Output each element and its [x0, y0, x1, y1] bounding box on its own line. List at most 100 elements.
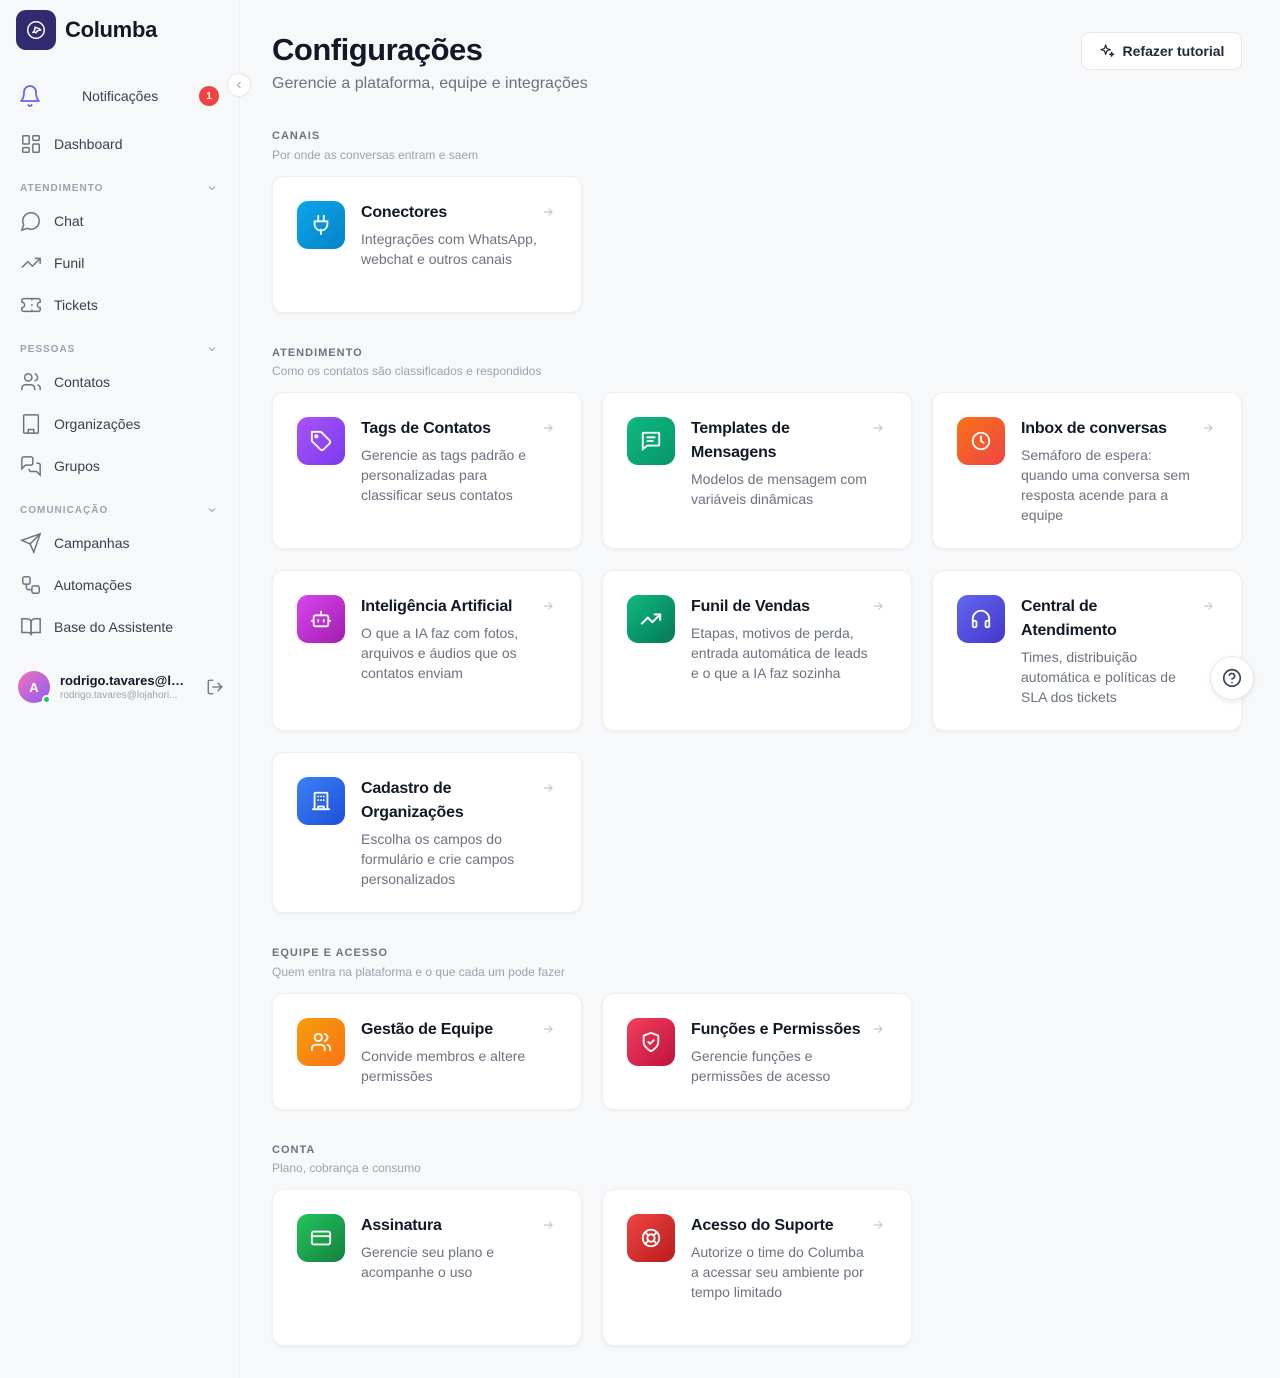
chevron-down-icon — [208, 347, 216, 352]
chevron-down-icon — [208, 186, 216, 191]
user-profile[interactable]: A rodrigo.tavares@loj... rodrigo.tavares… — [18, 670, 228, 704]
card-templates-mensagens[interactable]: Templates de Mensagens Modelos de mensag… — [602, 392, 912, 549]
card-tags-contatos[interactable]: Tags de Contatos Gerencie as tags padrão… — [272, 392, 582, 549]
dashboard-icon — [22, 135, 40, 153]
section-title-canais: CANAIS — [272, 130, 321, 142]
bell-icon — [20, 85, 40, 107]
card-title: Inteligência Artificial — [361, 598, 513, 615]
sidebar-item-campanhas[interactable]: Campanhas — [20, 528, 220, 558]
sidebar-section-title: PESSOAS — [20, 343, 76, 355]
arrow-right-icon — [873, 1221, 883, 1229]
card-title: Inbox de conversas — [1021, 420, 1167, 437]
sidebar-item-label: Funil — [54, 255, 85, 271]
card-title: Funil de Vendas — [691, 598, 810, 615]
card-inteligencia-artificial[interactable]: Inteligência Artificial O que a IA faz c… — [272, 570, 582, 731]
card-description: Gerencie as tags padrão e personalizadas… — [361, 447, 526, 503]
help-button[interactable] — [1210, 656, 1254, 700]
arrow-right-icon — [543, 1221, 553, 1229]
sidebar-item-label: Notificações — [82, 88, 159, 104]
arrow-right-icon — [873, 1025, 883, 1033]
arrow-right-icon — [543, 208, 553, 216]
users-icon — [21, 373, 41, 391]
card-description: Autorize o time do Columba a acessar seu… — [691, 1244, 864, 1300]
sidebar-section-title: ATENDIMENTO — [20, 182, 104, 194]
arrow-right-icon — [1203, 602, 1213, 610]
chevron-left-icon — [236, 81, 241, 89]
card-assinatura[interactable]: Assinatura Gerencie seu plano e acompanh… — [272, 1189, 582, 1346]
arrow-right-icon — [543, 1025, 553, 1033]
arrow-right-icon — [873, 424, 883, 432]
messages-square-icon — [21, 456, 41, 477]
sparkles-icon — [1099, 44, 1114, 57]
section-title-atendimento: ATENDIMENTO — [272, 347, 363, 359]
sidebar-item-label: Automações — [54, 577, 132, 593]
card-description: Times, distribuição automática e polític… — [1021, 649, 1176, 705]
workflow-icon — [22, 576, 40, 594]
redo-tutorial-label: Refazer tutorial — [1122, 43, 1225, 59]
brand[interactable]: Columba — [16, 10, 157, 50]
sidebar-section-comunicacao[interactable]: COMUNICAÇÃO — [20, 504, 218, 516]
section-subtitle-atendimento: Como os contatos são classificados e res… — [272, 364, 542, 378]
help-circle-icon — [1222, 668, 1242, 688]
sidebar-item-funil[interactable]: Funil — [20, 248, 220, 278]
robot-icon — [297, 595, 345, 643]
sidebar-item-organizacoes[interactable]: Organizações — [20, 409, 220, 439]
redo-tutorial-button[interactable]: Refazer tutorial — [1081, 32, 1242, 70]
section-subtitle-conta: Plano, cobrança e consumo — [272, 1161, 421, 1175]
send-icon — [20, 532, 42, 554]
sidebar-item-label: Chat — [54, 213, 84, 229]
sidebar-item-label: Grupos — [54, 458, 100, 474]
avatar-initial: A — [29, 679, 39, 695]
card-central-atendimento[interactable]: Central de Atendimento Times, distribuiç… — [932, 570, 1242, 731]
arrow-right-icon — [543, 602, 553, 610]
page-title: Configurações — [272, 32, 483, 67]
sidebar-item-chat[interactable]: Chat — [20, 206, 220, 236]
sidebar-section-pessoas[interactable]: PESSOAS — [20, 343, 218, 355]
card-title: Cadastro de Organizações — [361, 780, 464, 821]
building-icon — [297, 777, 345, 825]
columba-logo-icon — [16, 10, 56, 50]
card-conectores[interactable]: Conectores Integrações com WhatsApp, web… — [272, 176, 582, 313]
card-description: Modelos de mensagem com variáveis dinâmi… — [691, 471, 867, 507]
sidebar-item-label: Base do Assistente — [54, 619, 174, 635]
logout-icon[interactable] — [206, 678, 224, 696]
card-acesso-suporte[interactable]: Acesso do Suporte Autorize o time do Col… — [602, 1189, 912, 1346]
card-title: Funções e Permissões — [691, 1021, 861, 1038]
card-gestao-equipe[interactable]: Gestão de Equipe Convide membros e alter… — [272, 993, 582, 1110]
sidebar-item-label: Organizações — [54, 416, 141, 432]
section-title-conta: CONTA — [272, 1144, 316, 1156]
shield-icon — [627, 1018, 675, 1066]
card-title: Gestão de Equipe — [361, 1021, 493, 1038]
arrow-right-icon — [543, 784, 553, 792]
headset-icon — [957, 595, 1005, 643]
message-icon — [627, 417, 675, 465]
card-funil-vendas[interactable]: Funil de Vendas Etapas, motivos de perda… — [602, 570, 912, 731]
card-title: Tags de Contatos — [361, 420, 491, 437]
card-cadastro-organizacoes[interactable]: Cadastro de Organizações Escolha os camp… — [272, 752, 582, 913]
arrow-right-icon — [873, 602, 883, 610]
book-open-icon — [21, 618, 41, 636]
sidebar-item-grupos[interactable]: Grupos — [20, 451, 220, 481]
card-funcoes-permissoes[interactable]: Funções e Permissões Gerencie funções e … — [602, 993, 912, 1110]
sidebar-item-base-assistente[interactable]: Base do Assistente — [20, 612, 220, 642]
trend-icon — [627, 595, 675, 643]
collapse-sidebar-button[interactable] — [227, 73, 251, 97]
sidebar-item-automacoes[interactable]: Automações — [20, 570, 220, 600]
sidebar: Columba Notificações 1 Dashboard ATENDIM… — [0, 0, 240, 1378]
card-description: Semáforo de espera: quando uma conversa … — [1021, 447, 1190, 523]
tag-icon — [297, 417, 345, 465]
plug-icon — [297, 201, 345, 249]
card-inbox-conversas[interactable]: Inbox de conversas Semáforo de espera: q… — [932, 392, 1242, 549]
notification-count-badge: 1 — [199, 86, 219, 106]
card-description: O que a IA faz com fotos, arquivos e áud… — [361, 625, 519, 681]
sidebar-item-contatos[interactable]: Contatos — [20, 367, 220, 397]
sidebar-item-dashboard[interactable]: Dashboard — [20, 129, 220, 159]
sidebar-item-notifications[interactable]: Notificações 1 — [18, 80, 222, 112]
building-icon — [22, 414, 40, 434]
card-description: Etapas, motivos de perda, entrada automá… — [691, 625, 868, 681]
sidebar-section-atendimento[interactable]: ATENDIMENTO — [20, 182, 218, 194]
brand-name: Columba — [65, 17, 158, 42]
sidebar-item-tickets[interactable]: Tickets — [20, 290, 220, 320]
arrow-right-icon — [543, 424, 553, 432]
card-title: Central de Atendimento — [1021, 598, 1117, 639]
